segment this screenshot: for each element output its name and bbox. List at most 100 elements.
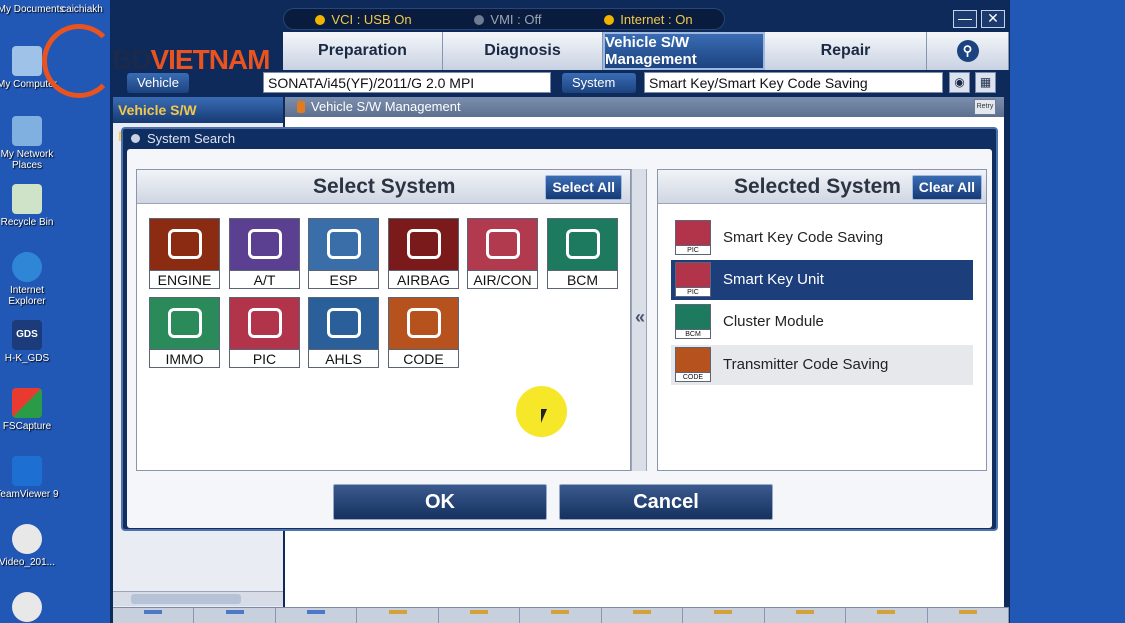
select-all-button[interactable]: Select All: [545, 175, 622, 200]
system-tile[interactable]: BCM: [547, 218, 618, 289]
internet-text: Internet : On: [620, 11, 693, 27]
network-places-icon[interactable]: My Network Places: [0, 116, 62, 171]
system-tile-label: AIRBAG: [389, 270, 458, 288]
tile-glyph: [168, 229, 202, 259]
layout-button[interactable]: ▦: [975, 72, 996, 93]
system-tile-label: A/T: [230, 270, 299, 288]
tile-glyph: [168, 308, 202, 338]
toolbar-slot[interactable]: [928, 608, 1009, 623]
selected-system-item[interactable]: PIC Smart Key Unit: [671, 260, 973, 300]
toolbar-slot[interactable]: [439, 608, 521, 623]
fscapture-icon[interactable]: FSCapture: [0, 388, 62, 432]
recycle-bin-icon[interactable]: Recycle Bin: [0, 184, 62, 228]
search-button[interactable]: ⚲: [927, 32, 1009, 70]
aircon-icon: [468, 219, 537, 270]
toolbar-slot[interactable]: [194, 608, 276, 623]
toolbar-slot[interactable]: [683, 608, 765, 623]
clear-all-button[interactable]: Clear All: [911, 175, 982, 200]
logo-ring-icon: [42, 24, 116, 98]
system-item-icon-caption: PIC: [676, 245, 710, 254]
system-tile[interactable]: ESP: [308, 218, 379, 289]
left-panel-title: Vehicle S/W Management: [113, 97, 283, 144]
internet-explorer-icon[interactable]: Internet Explorer: [0, 252, 62, 307]
desktop-label: Internet Explorer: [8, 285, 46, 307]
selected-system-item[interactable]: BCM Cluster Module: [671, 302, 973, 342]
selected-system-title: Selected System: [734, 175, 901, 198]
system-item-icon: PIC: [675, 262, 711, 297]
system-search-dialog: System Search Select System Select All E…: [121, 127, 998, 531]
minimize-button[interactable]: —: [953, 10, 977, 28]
system-tile[interactable]: A/T: [229, 218, 300, 289]
desktop-label: TeamViewer 9: [0, 489, 59, 500]
cancel-button[interactable]: Cancel: [559, 484, 773, 520]
system-item-icon: PIC: [675, 220, 711, 255]
main-tabs: Preparation Diagnosis Vehicle S/W Manage…: [283, 32, 1009, 70]
tab-preparation[interactable]: Preparation: [283, 32, 443, 70]
system-tile[interactable]: IMMO: [149, 297, 220, 368]
toolbar-slot[interactable]: [357, 608, 439, 623]
system-tile[interactable]: PIC: [229, 297, 300, 368]
system-tile[interactable]: AIRBAG: [388, 218, 459, 289]
selected-system-label: Smart Key Code Saving: [723, 229, 884, 246]
toolbar-slot[interactable]: [765, 608, 847, 623]
gds-icon[interactable]: GDS H-K_GDS: [0, 320, 62, 364]
desktop-label: caichiakh: [61, 4, 103, 15]
toolbar-slot[interactable]: [276, 608, 358, 623]
tile-glyph: [248, 308, 282, 338]
toolbar-slot[interactable]: [602, 608, 684, 623]
tile-glyph: [327, 229, 361, 259]
system-item-icon: CODE: [675, 347, 711, 382]
connection-status-bar: VCI : USB On VMI : Off Internet : On: [283, 8, 725, 30]
toolbar-slot[interactable]: [846, 608, 928, 623]
system-tile[interactable]: ENGINE: [149, 218, 220, 289]
desktop-background: [1010, 0, 1125, 623]
desktop-label: Video_201...: [0, 557, 55, 568]
system-item-icon-graphic: [676, 348, 710, 372]
desktop-label: My Network Places: [0, 149, 54, 171]
system-tile[interactable]: AHLS: [308, 297, 379, 368]
system-item-icon-caption: BCM: [676, 329, 710, 338]
retry-button[interactable]: Retry: [974, 99, 996, 115]
folder-icon[interactable]: caichiakh: [52, 4, 112, 15]
close-button[interactable]: ✕: [981, 10, 1005, 28]
system-tile[interactable]: CODE: [388, 297, 459, 368]
toolbar-slot[interactable]: [520, 608, 602, 623]
desktop-label: Recycle Bin: [0, 217, 54, 228]
gears-icon: [230, 219, 299, 270]
tab-repair[interactable]: Repair: [765, 32, 927, 70]
video-file-icon[interactable]: Video_201...: [0, 524, 62, 568]
main-panel-title-text: Vehicle S/W Management: [311, 99, 461, 114]
left-horizontal-scrollbar[interactable]: [113, 591, 283, 606]
vmi-status: VMI : Off: [474, 12, 541, 27]
scrollbar-thumb[interactable]: [131, 594, 241, 604]
dialog-title: System Search: [123, 129, 996, 149]
search-icon: ⚲: [956, 40, 979, 62]
tile-glyph: [407, 229, 441, 259]
camera-button[interactable]: ◉: [949, 72, 970, 93]
code-key-icon: [389, 298, 458, 349]
vmi-led-icon: [474, 14, 485, 25]
selected-system-pane: Selected System Clear All PIC Smart Key C…: [657, 169, 987, 471]
selected-system-item[interactable]: CODE Transmitter Code Saving: [671, 345, 973, 385]
system-tile[interactable]: AIR/CON: [467, 218, 538, 289]
system-tile-label: PIC: [230, 349, 299, 367]
move-left-arrow-icon[interactable]: «: [633, 307, 647, 328]
tab-vehicle-sw-management[interactable]: Vehicle S/W Management: [603, 32, 765, 70]
main-panel-title: Vehicle S/W Management Retry: [285, 97, 1004, 117]
media-player-icon[interactable]: [0, 592, 62, 623]
tab-diagnosis[interactable]: Diagnosis: [443, 32, 603, 70]
selected-system-label: Transmitter Code Saving: [723, 356, 889, 373]
ok-button[interactable]: OK: [333, 484, 547, 520]
desktop-label: H-K_GDS: [4, 353, 50, 364]
toolbar-slot[interactable]: [113, 608, 195, 623]
teamviewer-icon[interactable]: TeamViewer 9: [0, 456, 62, 500]
gds-badge: GDS: [12, 320, 42, 350]
vehicle-field: SONATA/i45(YF)/2011/G 2.0 MPI: [263, 72, 551, 93]
selected-system-item[interactable]: PIC Smart Key Code Saving: [671, 218, 973, 258]
vci-status: VCI : USB On: [315, 12, 412, 27]
engine-icon: [150, 219, 219, 270]
system-item-icon-graphic: [676, 305, 710, 329]
system-tile-label: AHLS: [309, 349, 378, 367]
tile-glyph: [566, 229, 600, 259]
system-tile-label: IMMO: [150, 349, 219, 367]
